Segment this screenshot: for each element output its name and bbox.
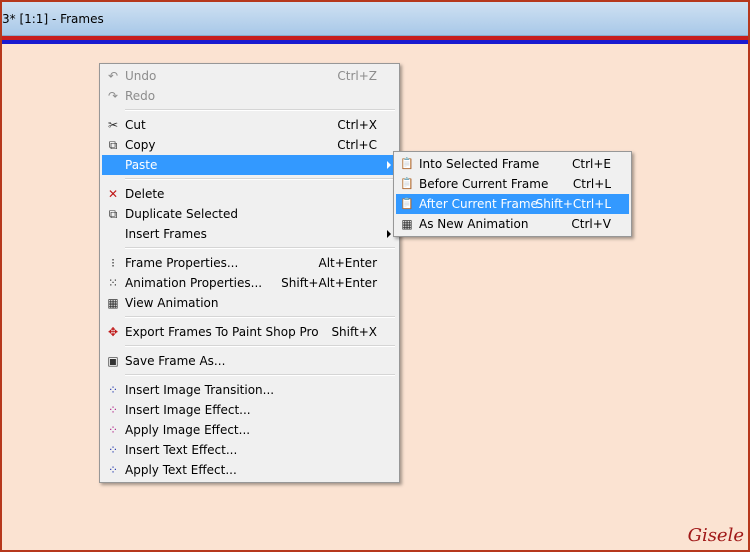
paste-submenu: 📋 Into Selected Frame Ctrl+E 📋 Before Cu… [393, 151, 632, 237]
submenu-item-label: As New Animation [419, 217, 529, 231]
paste-before-icon: 📋 [400, 177, 414, 190]
context-menu: ↶ Undo Ctrl+Z ↷ Redo ✂ Cut Ctrl+X ⧉ Copy… [99, 63, 400, 483]
submenu-item-shortcut: Shift+Ctrl+L [535, 197, 611, 211]
animation-properties-icon: ⁙ [107, 276, 119, 290]
menu-item-label: Apply Image Effect... [125, 423, 251, 437]
submenu-arrow-icon [387, 161, 391, 169]
duplicate-icon: ⧉ [108, 207, 118, 221]
menu-item-duplicate-selected[interactable]: ⧉ Duplicate Selected [102, 204, 397, 224]
submenu-item-label: Before Current Frame [419, 177, 549, 191]
menu-item-label: View Animation [125, 296, 219, 310]
menu-separator [125, 247, 395, 249]
window-title: 3* [1:1] - Frames [2, 12, 104, 26]
scissors-icon: ✂ [107, 118, 119, 132]
menu-separator [125, 345, 395, 347]
menu-item-label: Insert Text Effect... [125, 443, 238, 457]
menu-item-insert-image-effect[interactable]: ⁘ Insert Image Effect... [102, 400, 397, 420]
menu-item-animation-properties[interactable]: ⁙ Animation Properties... Shift+Alt+Ente… [102, 273, 397, 293]
signature-watermark: Gisele [687, 525, 744, 546]
menu-item-label: Insert Frames [125, 227, 207, 241]
menu-item-shortcut: Ctrl+Z [337, 69, 377, 83]
menu-item-label: Duplicate Selected [125, 207, 239, 221]
menu-separator [125, 109, 395, 111]
submenu-item-as-new-animation[interactable]: ▦ As New Animation Ctrl+V [396, 214, 629, 234]
submenu-item-shortcut: Ctrl+L [572, 177, 611, 191]
menu-item-label: Undo [125, 69, 157, 83]
redo-icon: ↷ [107, 89, 119, 103]
text-effect-icon: ⁘ [107, 443, 119, 457]
delete-icon: ✕ [107, 187, 119, 201]
menu-item-shortcut: Shift+Alt+Enter [281, 276, 377, 290]
menu-item-apply-image-effect[interactable]: ⁘ Apply Image Effect... [102, 420, 397, 440]
submenu-item-label: Into Selected Frame [419, 157, 540, 171]
menu-item-insert-frames[interactable]: Insert Frames [102, 224, 397, 244]
menu-item-insert-image-transition[interactable]: ⁘ Insert Image Transition... [102, 380, 397, 400]
menu-item-delete[interactable]: ✕ Delete [102, 184, 397, 204]
menu-item-label: Insert Image Effect... [125, 403, 251, 417]
menu-item-paste[interactable]: Paste [102, 155, 397, 175]
menu-item-label: Save Frame As... [125, 354, 226, 368]
menu-item-apply-text-effect[interactable]: ⁘ Apply Text Effect... [102, 460, 397, 480]
image-effect-icon: ⁘ [107, 403, 119, 417]
apply-image-effect-icon: ⁘ [107, 423, 119, 437]
menu-item-insert-text-effect[interactable]: ⁘ Insert Text Effect... [102, 440, 397, 460]
submenu-item-label: After Current Frame [419, 197, 538, 211]
menu-item-frame-properties[interactable]: ⁝ Frame Properties... Alt+Enter [102, 253, 397, 273]
menu-item-shortcut: Ctrl+C [337, 138, 377, 152]
menu-item-cut[interactable]: ✂ Cut Ctrl+X [102, 115, 397, 135]
image-transition-icon: ⁘ [107, 383, 119, 397]
submenu-item-after-current-frame[interactable]: 📋 After Current Frame Shift+Ctrl+L [396, 194, 629, 214]
menu-item-save-frame-as[interactable]: ▣ Save Frame As... [102, 351, 397, 371]
menu-separator [125, 316, 395, 318]
menu-item-label: Delete [125, 187, 165, 201]
menu-item-redo[interactable]: ↷ Redo [102, 86, 397, 106]
menu-item-label: Frame Properties... [125, 256, 239, 270]
undo-icon: ↶ [107, 69, 119, 83]
menu-item-label: Copy [125, 138, 156, 152]
paste-after-icon: 📋 [400, 197, 414, 210]
submenu-item-into-selected-frame[interactable]: 📋 Into Selected Frame Ctrl+E [396, 154, 629, 174]
menu-item-view-animation[interactable]: ▦ View Animation [102, 293, 397, 313]
menu-item-label: Redo [125, 89, 156, 103]
menu-item-shortcut: Alt+Enter [318, 256, 377, 270]
save-frame-icon: ▣ [107, 354, 119, 368]
menu-item-export-frames[interactable]: ✥ Export Frames To Paint Shop Pro Shift+… [102, 322, 397, 342]
export-icon: ✥ [107, 325, 119, 339]
menu-item-shortcut: Ctrl+X [337, 118, 377, 132]
menu-item-label: Cut [125, 118, 146, 132]
submenu-item-shortcut: Ctrl+E [572, 157, 611, 171]
menu-item-copy[interactable]: ⧉ Copy Ctrl+C [102, 135, 397, 155]
title-bar[interactable]: 3* [1:1] - Frames [2, 2, 748, 36]
menu-item-label: Insert Image Transition... [125, 383, 275, 397]
submenu-item-before-current-frame[interactable]: 📋 Before Current Frame Ctrl+L [396, 174, 629, 194]
submenu-item-shortcut: Ctrl+V [571, 217, 611, 231]
submenu-arrow-icon [387, 230, 391, 238]
menu-separator [125, 178, 395, 180]
paste-into-icon: 📋 [400, 157, 414, 170]
menu-separator [125, 374, 395, 376]
apply-text-effect-icon: ⁘ [107, 463, 119, 477]
paste-new-animation-icon: ▦ [401, 217, 413, 231]
menu-item-shortcut: Shift+X [331, 325, 377, 339]
copy-icon: ⧉ [108, 138, 118, 152]
menu-item-label: Apply Text Effect... [125, 463, 237, 477]
menu-item-label: Export Frames To Paint Shop Pro [125, 325, 319, 339]
menu-item-label: Paste [125, 158, 158, 172]
menu-item-label: Animation Properties... [125, 276, 263, 290]
film-strip-icon: ▦ [107, 296, 119, 310]
frame-properties-icon: ⁝ [111, 256, 115, 270]
menu-item-undo[interactable]: ↶ Undo Ctrl+Z [102, 66, 397, 86]
blue-stripe [2, 40, 748, 44]
